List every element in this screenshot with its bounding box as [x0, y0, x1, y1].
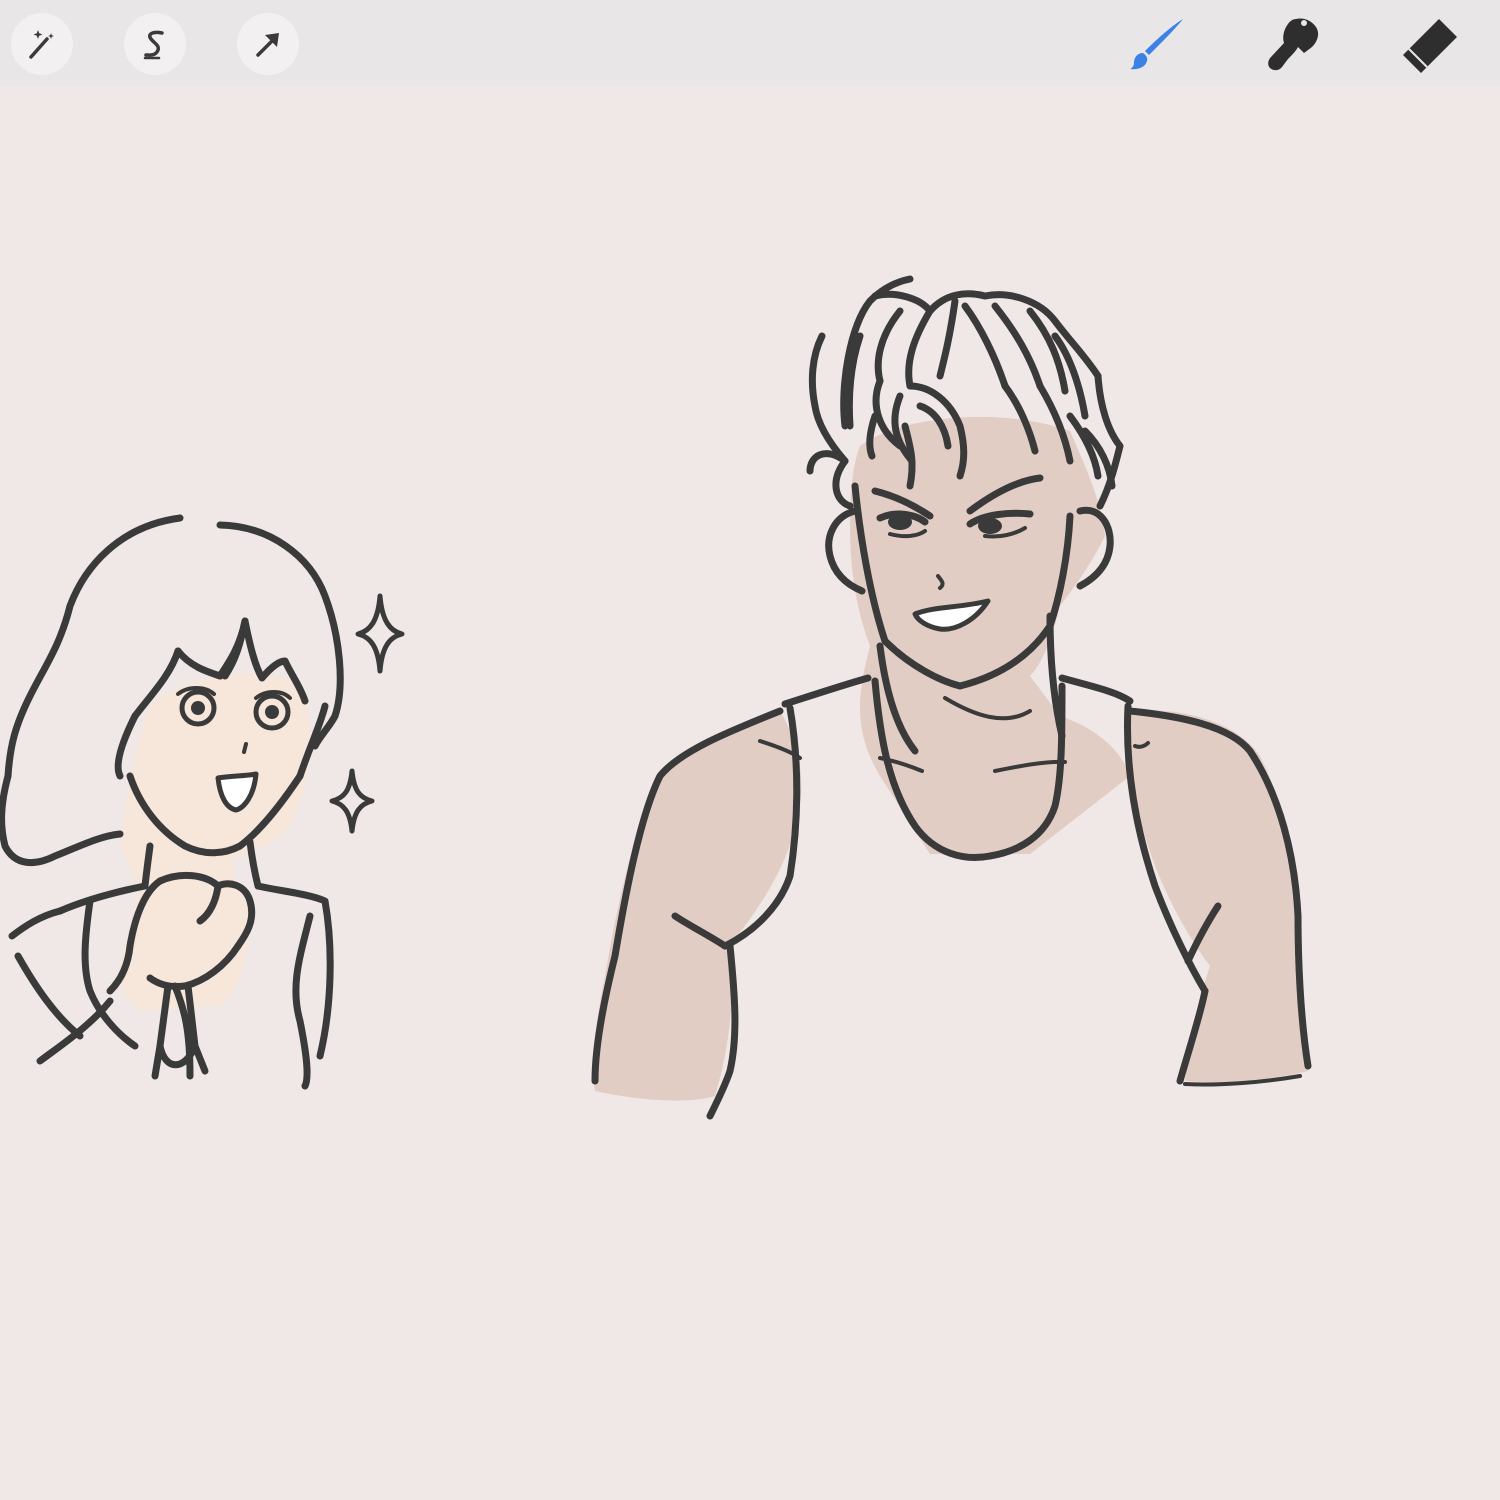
man-drawing: [591, 275, 1312, 1120]
magic-wand-icon: [29, 30, 54, 59]
smudge-tool[interactable]: [1261, 12, 1327, 78]
smudge-finger-icon: [1268, 18, 1319, 71]
brush-icon: [1130, 19, 1183, 70]
arrow-cursor-icon: [256, 33, 279, 57]
transform-button[interactable]: [237, 13, 299, 75]
girl-drawing: [0, 514, 405, 1090]
brush-tool[interactable]: [1124, 12, 1190, 78]
eraser-icon: [1403, 19, 1457, 73]
eraser-tool[interactable]: [1398, 12, 1464, 78]
top-toolbar: [0, 0, 1500, 86]
artwork: [0, 275, 1312, 1120]
selection-s-icon: [143, 30, 164, 60]
adjustments-button[interactable]: [11, 13, 73, 75]
selection-button[interactable]: [124, 13, 186, 75]
drawing-canvas[interactable]: [0, 86, 1500, 1500]
